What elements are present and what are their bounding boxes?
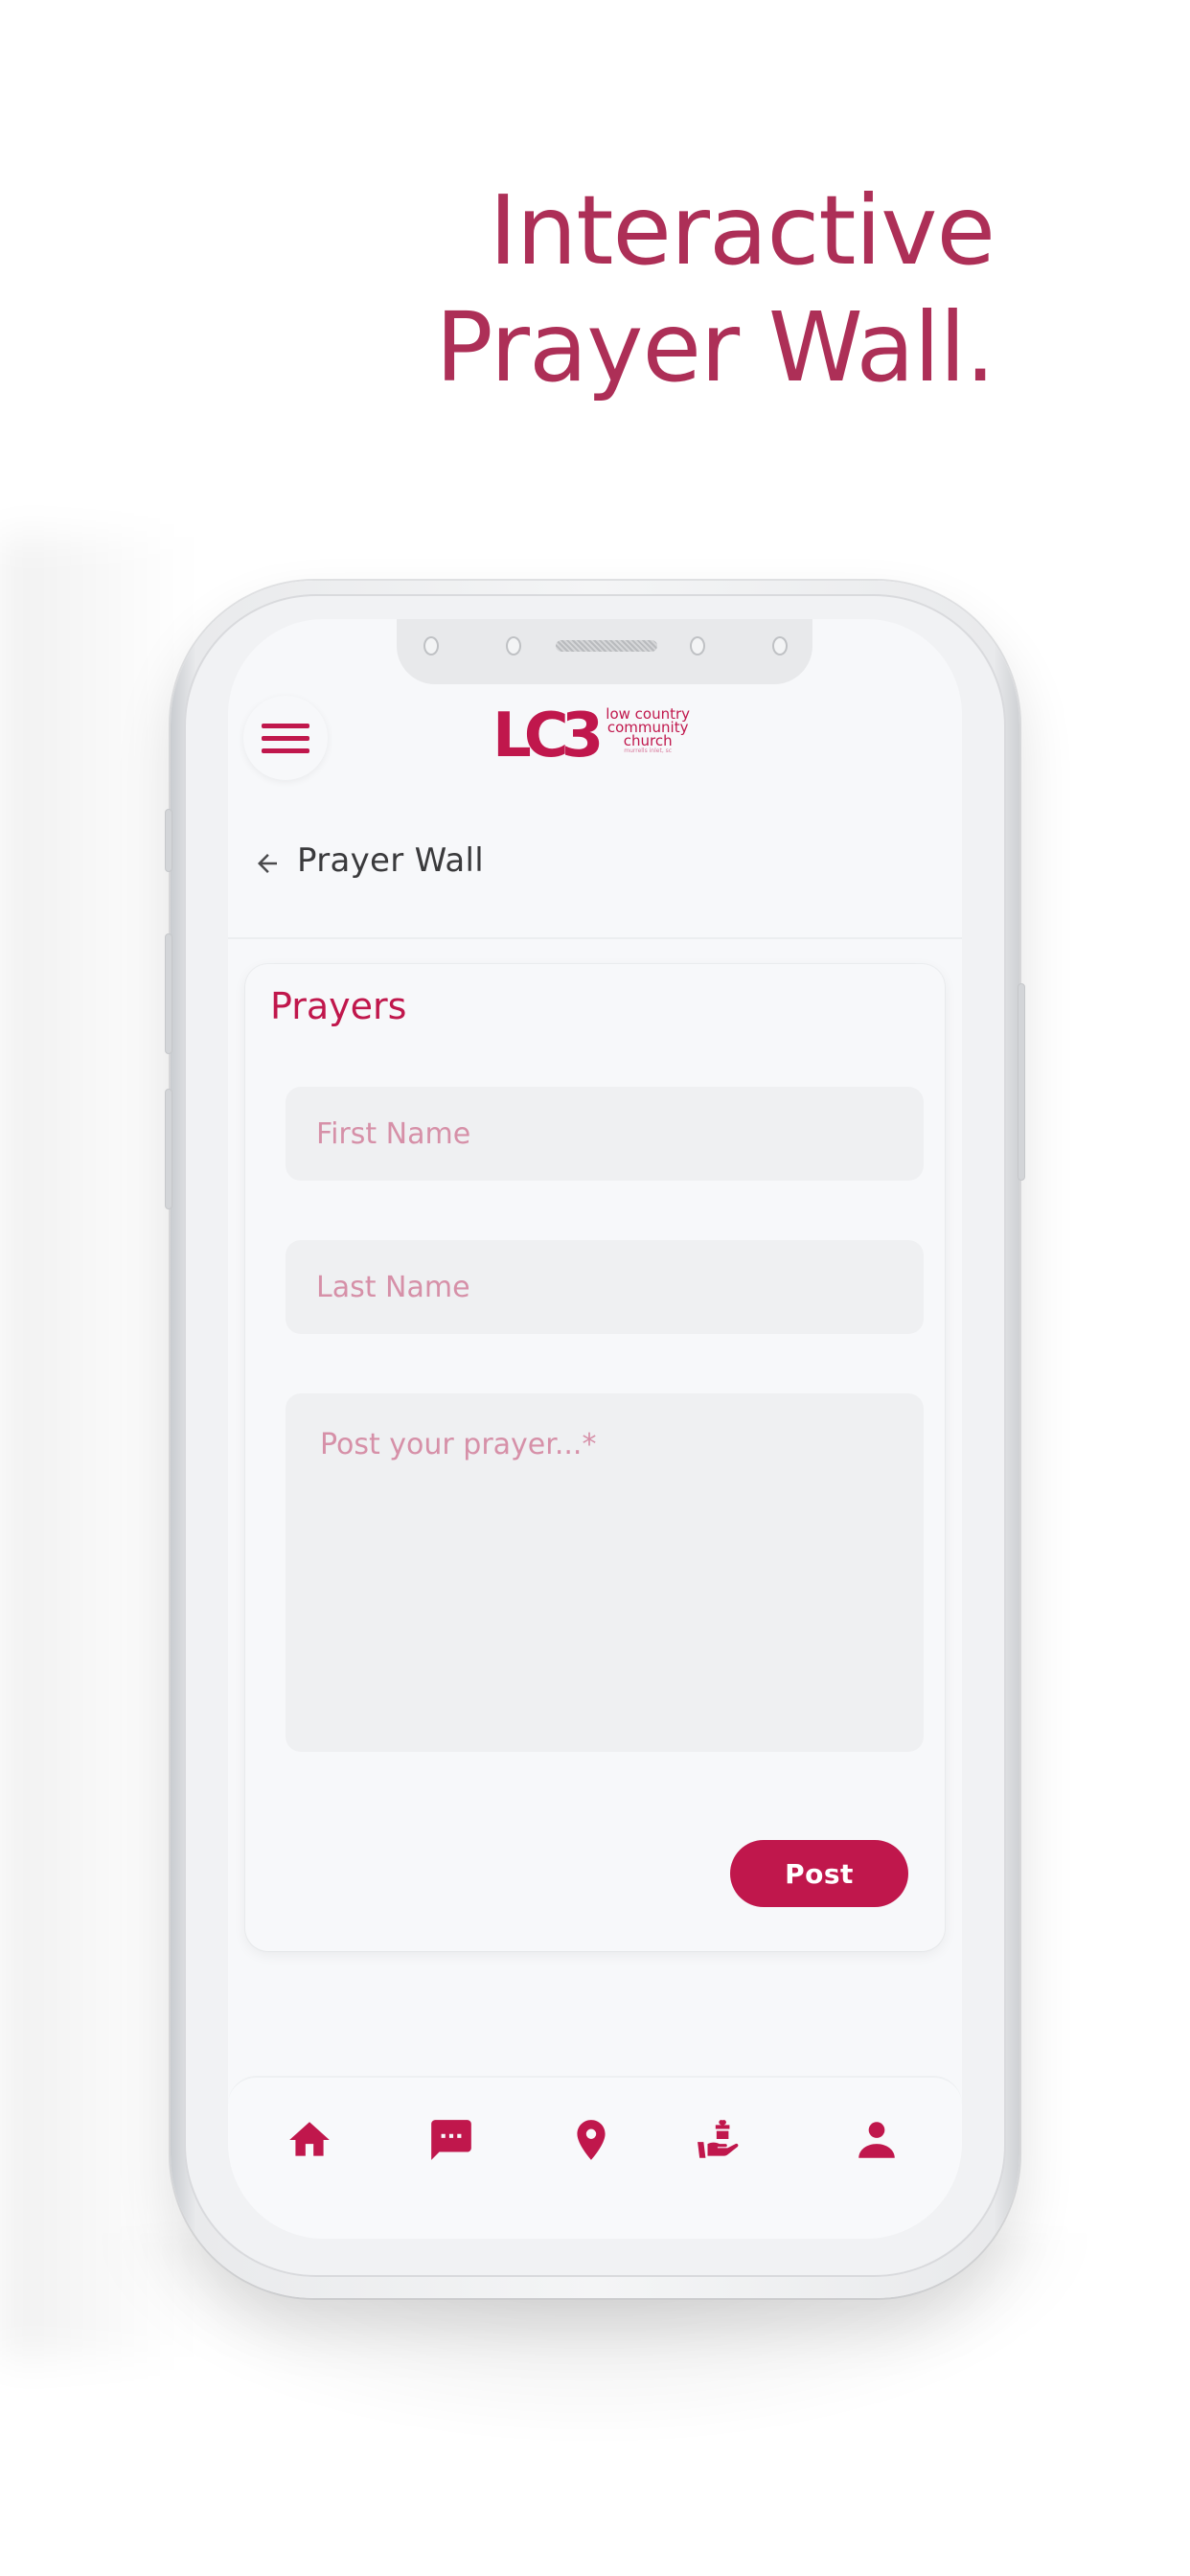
sensor-icon [772, 636, 788, 656]
hamburger-icon-bar [262, 735, 309, 741]
section-title: Prayers [270, 985, 407, 1027]
phone-silent-switch [165, 809, 172, 872]
nav-item-give[interactable] [696, 2116, 744, 2164]
sensor-icon [506, 636, 521, 656]
page-title: Prayer Wall [297, 841, 485, 880]
hamburger-icon [262, 723, 309, 728]
nav-item-home[interactable] [286, 2116, 333, 2164]
giving-icon [698, 2120, 739, 2158]
headline-line-2: Prayer Wall. [435, 291, 995, 403]
phone-volume-up [165, 933, 172, 1054]
prayer-form-card: Prayers Post [245, 964, 945, 1951]
post-button[interactable]: Post [730, 1840, 908, 1907]
marketing-headline: Interactive Prayer Wall. [435, 172, 995, 406]
nav-item-messages[interactable] [427, 2116, 475, 2164]
logo-mark: LC3 [492, 701, 604, 771]
nav-item-profile[interactable] [853, 2116, 901, 2164]
church-logo[interactable]: LC3 low country community church murrell… [492, 705, 690, 769]
first-name-input[interactable] [286, 1087, 924, 1181]
phone-notch [397, 619, 812, 684]
page-titlebar: Prayer Wall [228, 820, 962, 939]
prayer-textarea[interactable] [286, 1393, 924, 1752]
hamburger-icon-bar [262, 748, 309, 753]
camera-icon [690, 636, 705, 656]
last-name-input[interactable] [286, 1240, 924, 1334]
sensor-icon [423, 636, 439, 656]
menu-button[interactable] [243, 696, 328, 780]
bottom-nav [228, 2076, 962, 2239]
nav-item-location[interactable] [567, 2116, 615, 2164]
chat-icon [431, 2120, 471, 2160]
logo-line-3: church [623, 732, 673, 749]
phone-power-button [1018, 983, 1025, 1181]
phone-volume-down [165, 1089, 172, 1209]
home-icon [289, 2122, 330, 2156]
phone-mockup: LC3 low country community church murrell… [165, 581, 1025, 2298]
arrow-left-icon[interactable] [253, 849, 282, 878]
logo-text: low country community church murrells in… [606, 707, 690, 755]
background-shade [0, 537, 192, 2358]
logo-tagline: murrells inlet, sc [624, 748, 673, 754]
app-header: LC3 low country community church murrell… [228, 684, 962, 780]
app-screen: LC3 low country community church murrell… [228, 619, 962, 2239]
location-pin-icon [577, 2120, 606, 2160]
user-icon [858, 2122, 895, 2158]
headline-line-1: Interactive [489, 174, 995, 287]
speaker-grille [556, 640, 657, 652]
